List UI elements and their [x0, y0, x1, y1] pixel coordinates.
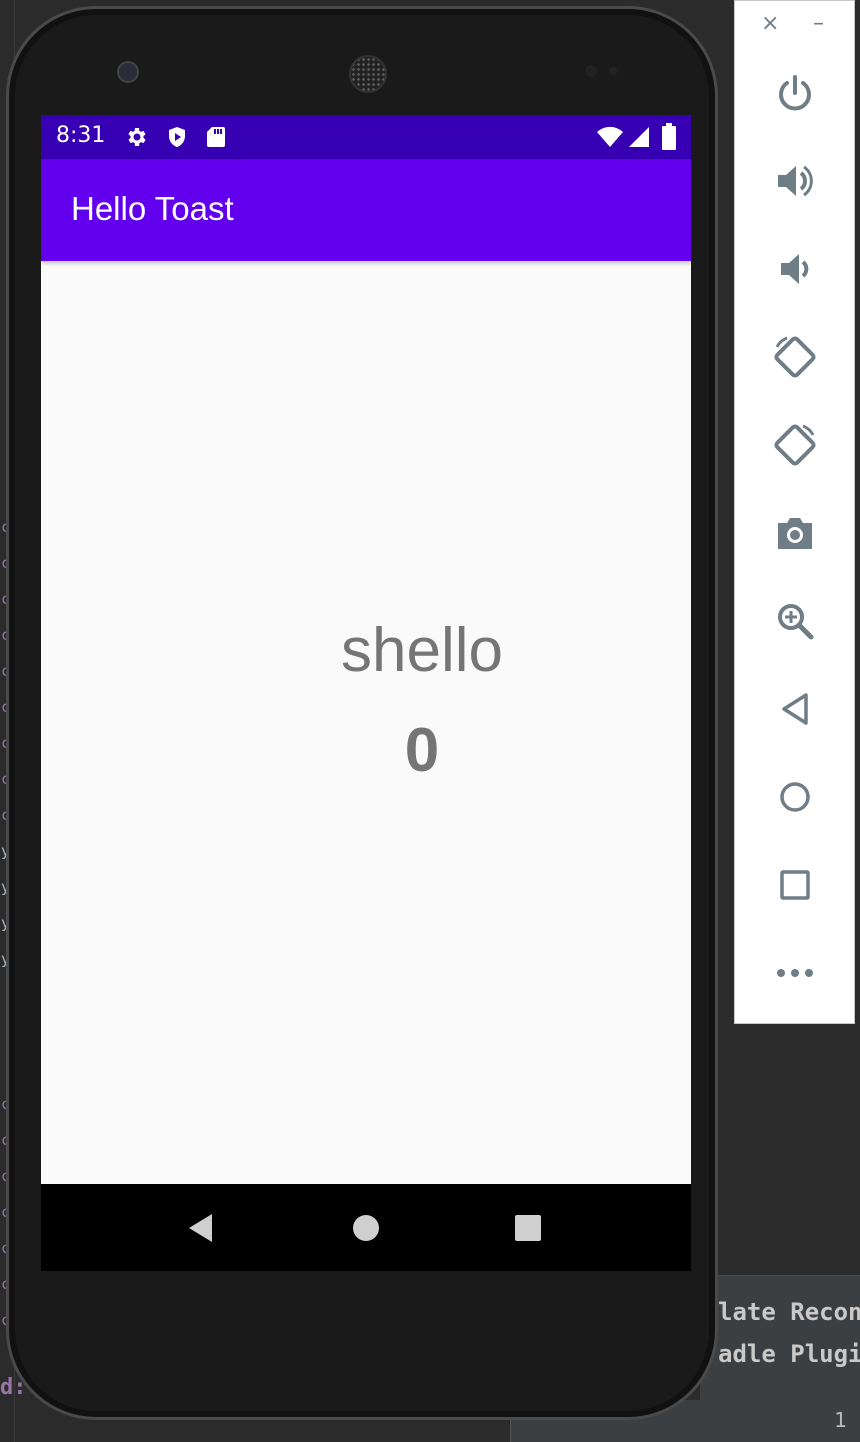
- status-count: 1: [834, 1408, 847, 1432]
- zoom-icon: [777, 604, 813, 640]
- sensor: [585, 65, 597, 77]
- settings-gear-icon: [125, 125, 149, 153]
- rotate-right-button[interactable]: [735, 415, 854, 475]
- zoom-button[interactable]: [735, 591, 854, 651]
- more-button[interactable]: [735, 943, 854, 1003]
- rotate-right-icon: [773, 424, 816, 466]
- screenshot-button[interactable]: [735, 503, 854, 563]
- android-nav-bar: [41, 1184, 691, 1271]
- ide-notification-panel: late Recon adle Plugin: [700, 1275, 860, 1401]
- earpiece-speaker: [349, 55, 387, 93]
- status-time: 8:31: [56, 123, 106, 148]
- volume-up-button[interactable]: [735, 151, 854, 211]
- cell-signal-icon: [627, 125, 651, 153]
- app-title: Hello Toast: [71, 190, 234, 227]
- minimize-icon[interactable]: –: [813, 11, 824, 36]
- emulator-toolbar: × –: [734, 0, 855, 1024]
- nav-back-button[interactable]: [161, 1184, 241, 1271]
- back-button[interactable]: [735, 679, 854, 739]
- device-screen: 8:31 Hello Toast shello 0: [41, 115, 691, 1271]
- home-button[interactable]: [735, 767, 854, 827]
- android-status-bar: 8:31: [41, 115, 691, 159]
- nav-recents-button[interactable]: [488, 1184, 568, 1271]
- notification-line: late Recon: [718, 1298, 860, 1326]
- overview-icon: [779, 870, 810, 900]
- front-camera-icon: [117, 61, 139, 83]
- play-protect-shield-icon: [165, 125, 189, 153]
- home-circle-icon: [353, 1214, 379, 1241]
- close-icon[interactable]: ×: [761, 11, 779, 36]
- recents-square-icon: [515, 1214, 541, 1241]
- camera-icon: [777, 518, 812, 549]
- app-bar: Hello Toast: [41, 159, 691, 261]
- home-icon: [779, 782, 810, 812]
- back-icon: [781, 693, 808, 725]
- sd-card-icon: [205, 125, 227, 153]
- device-frame: 8:31 Hello Toast shello 0: [6, 6, 718, 1420]
- back-triangle-icon: [189, 1213, 212, 1242]
- volume-down-icon: [780, 254, 808, 284]
- overview-button[interactable]: [735, 855, 854, 915]
- rotate-left-button[interactable]: [735, 327, 854, 387]
- count-text: 0: [404, 716, 440, 785]
- battery-icon: [661, 123, 677, 155]
- nav-home-button[interactable]: [326, 1184, 406, 1271]
- greeting-text: shello: [341, 616, 503, 685]
- power-button[interactable]: [735, 63, 854, 123]
- power-icon: [778, 75, 811, 111]
- more-icon: [776, 969, 813, 977]
- volume-up-icon: [777, 165, 813, 197]
- rotate-left-icon: [773, 336, 816, 378]
- volume-down-button[interactable]: [735, 239, 854, 299]
- notification-line: adle Plugin: [718, 1340, 860, 1368]
- wifi-icon: [596, 125, 624, 153]
- sensor: [609, 67, 617, 75]
